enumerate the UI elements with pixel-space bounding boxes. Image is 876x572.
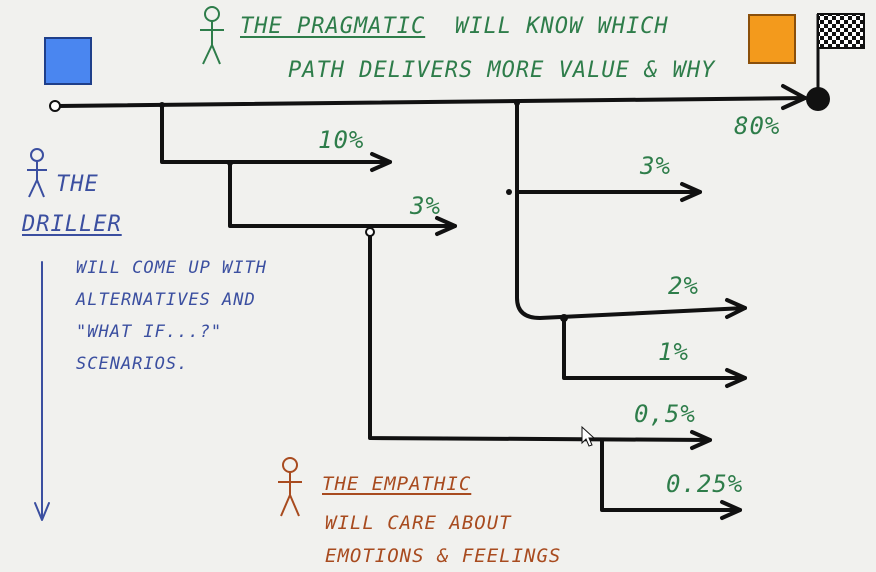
percent-label-1: 1% [658,338,689,366]
percent-label-3a: 3% [410,192,441,220]
blue-square-icon [44,37,92,85]
mouse-pointer-icon [581,425,596,447]
percent-label-main: 80% [734,112,781,140]
empathic-line1: WILL CARE ABOUT [325,512,512,534]
junction-node [560,314,568,322]
junction-node [159,102,165,108]
empathic-title: THE EMPATHIC [322,473,472,495]
pragmatic-line2: PATH DELIVERS MORE VALUE & WHY [288,58,716,83]
percent-label-05: 0,5% [634,400,696,428]
percent-label-2: 2% [668,272,699,300]
junction-node [227,160,233,166]
stick-figure-icon [278,457,302,517]
percent-label-3b: 3% [640,152,671,180]
stick-figure-icon [200,6,224,65]
end-node [806,87,830,111]
branch-1-line [562,316,747,380]
percent-label-025: 0.25% [666,470,744,498]
percent-label-10: 10% [318,126,365,154]
orange-square-icon [748,14,796,64]
main-path-line [56,96,807,108]
junction-node [506,189,512,195]
driller-desc-line: WILL COME UP WITH [76,258,267,278]
branch-2-line [515,190,747,320]
junction-node [514,100,520,106]
junction-node [365,227,375,237]
driller-desc-line: SCENARIOS. [76,354,189,374]
checkered-flag-icon [816,13,865,96]
branch-3b-line [515,101,702,194]
pragmatic-title: THE PRAGMATIC [240,14,426,39]
driller-desc-line: "WHAT IF...?" [76,322,223,342]
start-node [49,100,61,112]
driller-title: DRILLER [22,212,122,237]
driller-title-the: THE [56,172,99,197]
pragmatic-line1: WILL KNOW WHICH [455,14,669,39]
stick-figure-icon [27,148,47,198]
driller-desc-line: ALTERNATIVES AND [76,290,256,310]
empathic-line2: EMOTIONS & FEELINGS [325,545,562,567]
